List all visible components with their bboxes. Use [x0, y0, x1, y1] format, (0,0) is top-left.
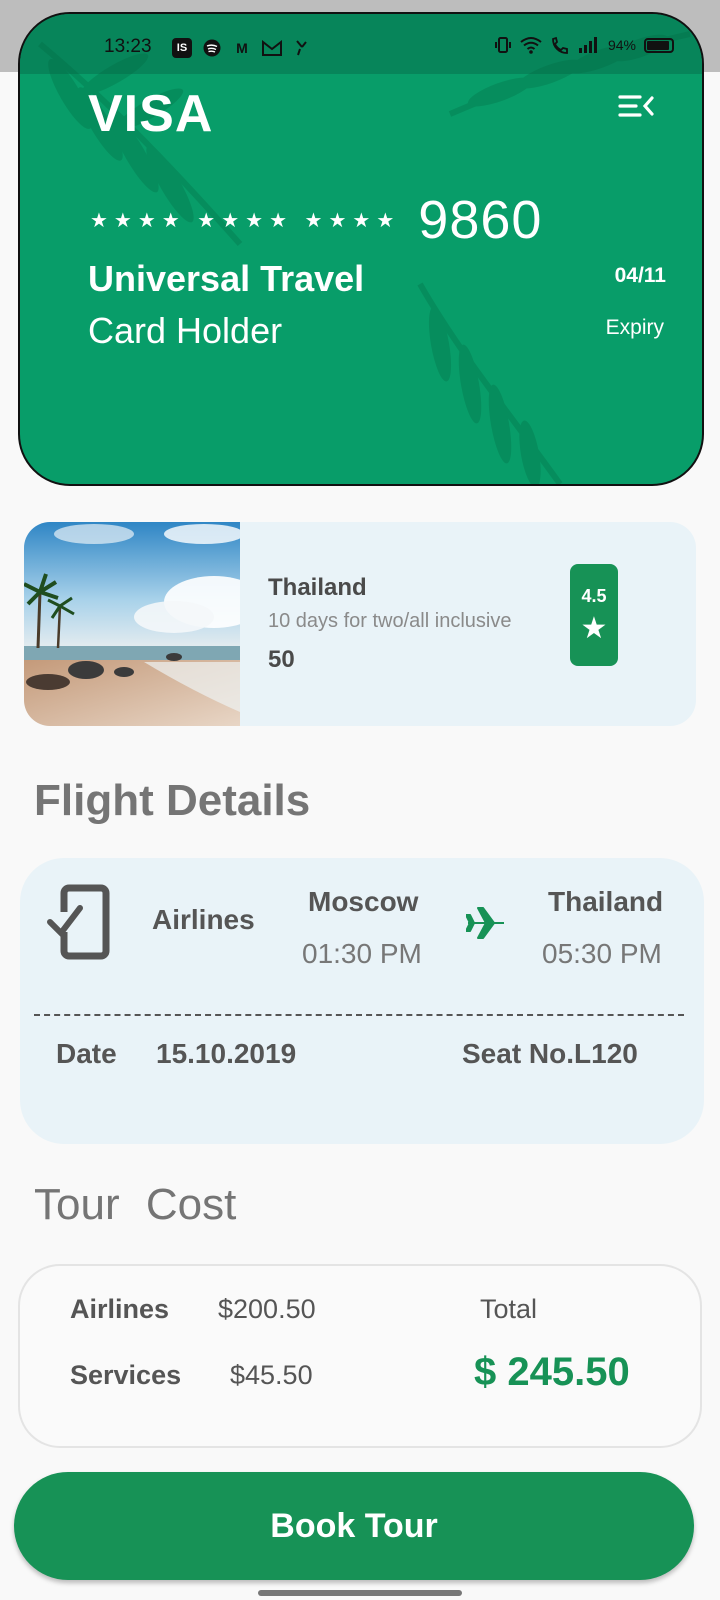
total-label: Total: [480, 1294, 538, 1324]
card-expiry: 04/11: [614, 264, 666, 287]
battery-percent: 94%: [607, 37, 636, 53]
tour-cost-title: Tour Cost: [34, 1180, 237, 1229]
wifi-call-icon: [552, 36, 568, 54]
tour-subtitle: 10 days for two/all inclusive: [268, 610, 512, 632]
services-cost-label: Services: [70, 1360, 182, 1390]
date-value: 15.10.2019: [156, 1038, 297, 1069]
tour-card[interactable]: Thailand 10 days for two/all inclusive 5…: [24, 522, 696, 726]
card-holder-label: Card Holder: [88, 310, 283, 351]
beach-image: [24, 522, 240, 726]
star-icon: ★: [580, 612, 608, 645]
date-label: Date: [56, 1038, 117, 1069]
flight-details-title: Flight Details: [34, 776, 311, 825]
tour-title: Thailand: [268, 574, 367, 601]
status-time: 13:23: [104, 36, 152, 57]
card-number: ★★★★ ★★★★ ★★★★ 9860: [90, 189, 542, 251]
flight-details-card: Airlines Moscow 01:30 PM Thailand 05:30 …: [20, 858, 704, 1144]
battery-icon: [644, 37, 674, 53]
arrival-city: Thailand: [548, 886, 664, 917]
departure-time: 01:30 PM: [302, 938, 422, 969]
signal-icon: [578, 37, 597, 53]
is-badge-icon: IS: [172, 38, 192, 58]
airlines-cost-value: $200.50: [218, 1294, 316, 1324]
card-number-masked: ★★★★ ★★★★ ★★★★: [90, 209, 401, 232]
airlines-label: Airlines: [152, 904, 255, 935]
system-icons: 94%: [494, 36, 674, 54]
menu-collapse-icon[interactable]: [618, 94, 654, 118]
home-indicator[interactable]: [258, 1590, 462, 1596]
rating-badge: 4.5 ★: [570, 564, 618, 666]
card-expiry-label: Expiry: [605, 316, 664, 339]
card-holder-name: Universal Travel: [88, 258, 365, 299]
airlines-cost-label: Airlines: [70, 1294, 170, 1324]
notification-icons: IS M: [172, 38, 312, 58]
gmail-icon: [262, 38, 282, 58]
seat-number: Seat No.L120: [462, 1038, 638, 1069]
airplane-icon: [466, 907, 504, 939]
book-tour-button[interactable]: Book Tour: [14, 1472, 694, 1580]
tour-price: 50: [268, 646, 295, 673]
arrival-time: 05:30 PM: [542, 938, 662, 969]
status-bar: 13:23 IS M 94%: [20, 14, 702, 74]
screen: 13:23 IS M 94% VISA ★★★★ ★★★★ ★★★★ 9860 …: [0, 0, 720, 1600]
missed-call-icon: [292, 38, 312, 58]
dashed-divider: [34, 1014, 684, 1016]
card-number-last4: 9860: [418, 190, 543, 250]
services-cost-value: $45.50: [230, 1360, 313, 1390]
tour-cost-card: Airlines $200.50 Services $45.50 Total $…: [18, 1264, 702, 1448]
visa-card[interactable]: 13:23 IS M 94% VISA ★★★★ ★★★★ ★★★★ 9860 …: [18, 12, 704, 486]
palm-leaf-decoration: [417, 282, 563, 484]
phone-check-icon: [47, 884, 110, 960]
wifi-icon: [520, 37, 542, 54]
departure-city: Moscow: [308, 886, 419, 917]
m-logo-icon: M: [236, 40, 248, 56]
vibrate-icon: [494, 37, 511, 53]
card-brand: VISA: [88, 85, 214, 143]
spotify-icon: [202, 38, 222, 58]
rating-value: 4.5: [581, 586, 607, 606]
total-value: $ 245.50: [474, 1350, 630, 1394]
